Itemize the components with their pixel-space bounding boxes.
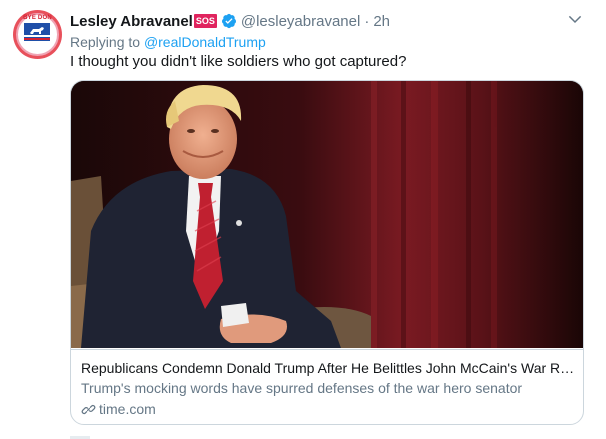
donkey-flag-icon — [24, 23, 50, 41]
link-card[interactable]: Republicans Condemn Donald Trump After H… — [70, 80, 584, 425]
avatar-text: BYE DON — [23, 15, 52, 21]
news-photo[interactable] — [71, 81, 583, 348]
sos-badge: SOS — [193, 14, 217, 28]
reply-mention-link[interactable]: @realDonaldTrump — [144, 34, 266, 50]
author-name[interactable]: Lesley Abravanel — [70, 13, 193, 30]
card-description: Trump's mocking words have spurred defen… — [81, 380, 523, 396]
reply-prefix: Replying to — [70, 34, 141, 50]
avatar[interactable]: BYE DON — [13, 10, 62, 59]
tweet-text: I thought you didn't like soldiers who g… — [70, 53, 407, 70]
tweet[interactable]: BYE DON Lesley Abravanel SOS @lesleyabra… — [0, 0, 606, 439]
card-title[interactable]: Republicans Condemn Donald Trump After H… — [81, 360, 576, 376]
news-photo-drawing — [71, 81, 583, 348]
link-icon — [81, 404, 96, 414]
separator-dot: · — [364, 12, 370, 30]
tweet-header: Lesley Abravanel SOS @lesleyabravanel · … — [70, 11, 390, 31]
card-domain[interactable]: time.com — [81, 401, 156, 417]
reply-context: Replying to @realDonaldTrump — [70, 34, 266, 50]
chevron-down-icon[interactable] — [566, 10, 584, 28]
card-body[interactable]: Republicans Condemn Donald Trump After H… — [71, 349, 583, 424]
author-handle[interactable]: @lesleyabravanel — [241, 13, 360, 30]
card-domain-text: time.com — [99, 401, 156, 417]
verified-badge-icon — [221, 13, 236, 29]
tweet-timestamp[interactable]: 2h — [373, 13, 390, 30]
